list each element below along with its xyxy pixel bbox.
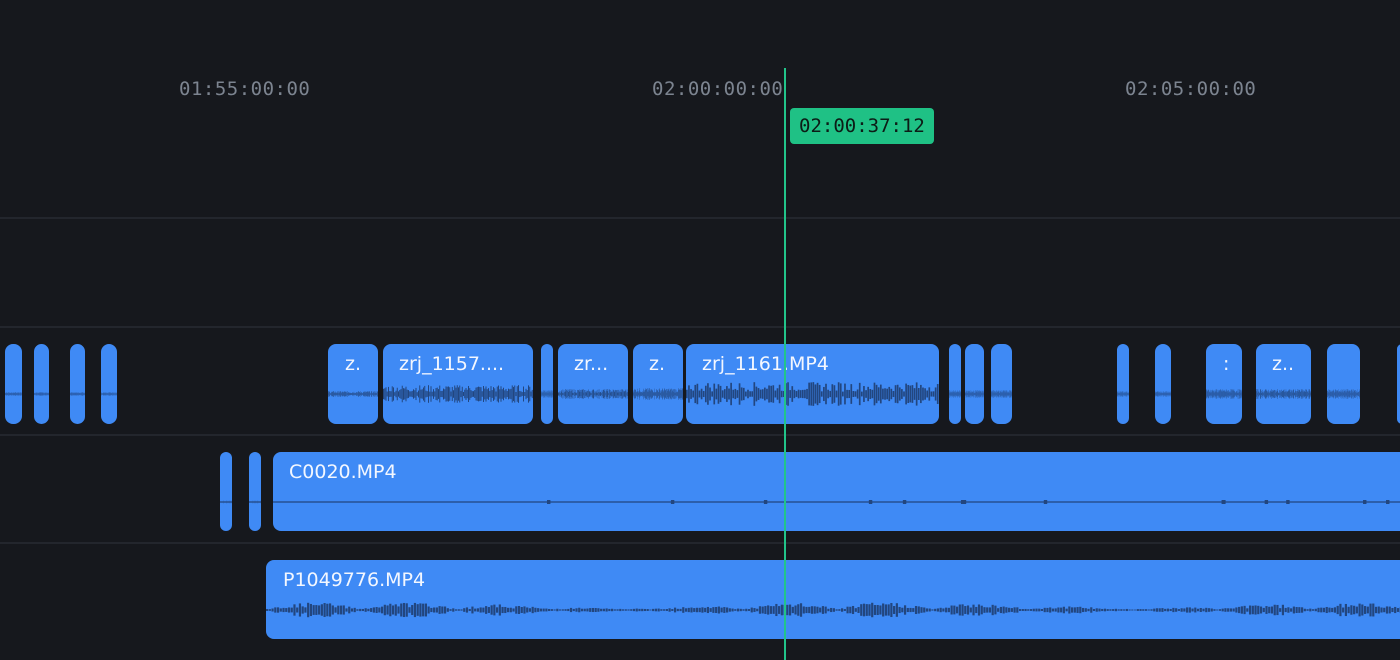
ruler-tick-label: 02:00:00:00 [652,78,784,100]
waveform [1117,391,1129,397]
video-clip-c0020[interactable]: C0020.MP4 [273,452,1400,531]
video-clip[interactable] [249,452,261,531]
waveform [558,389,628,399]
audio-clip[interactable] [101,344,117,424]
waveform [328,391,378,397]
waveform [991,390,1012,398]
audio-clip[interactable]: : [1206,344,1242,424]
audio-clip[interactable] [1155,344,1171,424]
audio-clip[interactable]: zrj_1161.MP4 [686,344,939,424]
waveform [633,388,683,400]
playhead-timecode: 02:00:37:12 [790,108,934,144]
audio-clip[interactable] [1327,344,1360,424]
waveform [5,392,22,396]
video-clip-p1049776[interactable]: P1049776.MP4 [266,560,1400,639]
audio-clip[interactable] [5,344,22,424]
waveform [1327,389,1360,399]
audio-clip[interactable] [1117,344,1129,424]
ruler-tick-label: 02:05:00:00 [1125,78,1257,100]
audio-track: z. zrj_1157.... zr... z. zrj_1161.MP4 : … [0,328,1400,436]
waveform [249,500,261,504]
waveform [220,500,232,504]
waveform [1206,389,1242,399]
waveform [949,390,961,398]
audio-clip[interactable]: z. [633,344,683,424]
waveform [101,392,117,396]
timeline-ruler[interactable]: 01:55:00:00 02:00:00:00 02:05:00:00 [0,0,1400,218]
audio-clip[interactable] [991,344,1012,424]
audio-clip[interactable] [34,344,49,424]
audio-clip[interactable] [965,344,984,424]
audio-clip[interactable] [541,344,553,424]
audio-clip[interactable] [949,344,961,424]
empty-track[interactable] [0,219,1400,327]
waveform [34,392,49,396]
video-track: P1049776.MP4 [0,544,1400,652]
audio-clip[interactable]: z. [328,344,378,424]
ruler-tick-label: 01:55:00:00 [179,78,311,100]
audio-clip[interactable]: zr... [558,344,628,424]
video-clip[interactable] [220,452,232,531]
waveform [1155,391,1171,397]
playhead[interactable] [784,68,786,660]
waveform [383,385,533,403]
waveform [266,602,1400,618]
audio-clip[interactable]: zrj_1157.... [383,344,533,424]
waveform [541,390,553,398]
video-track: C0020.MP4 [0,436,1400,544]
audio-clip[interactable] [70,344,85,424]
waveform [273,500,1400,504]
waveform [1256,389,1311,399]
audio-clip[interactable]: z.. [1256,344,1311,424]
waveform [686,382,939,406]
waveform [70,392,85,396]
waveform [965,390,984,398]
